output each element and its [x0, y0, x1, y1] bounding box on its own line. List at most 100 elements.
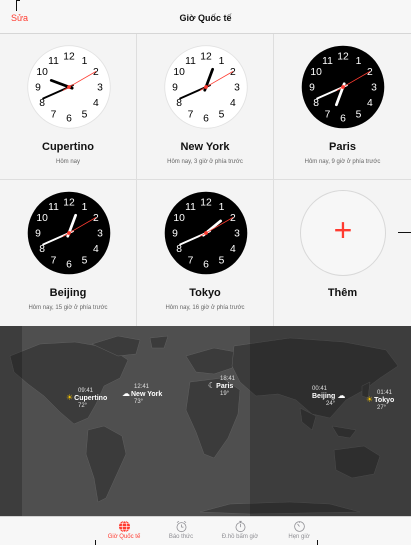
callout-tick	[95, 540, 96, 545]
analog-clock: 1234567891011 12	[164, 45, 248, 129]
moon-icon: ☾	[208, 381, 216, 391]
tab-timer[interactable]: Hẹn giờ	[269, 520, 329, 540]
timer-icon	[293, 521, 305, 532]
clock-offset-label: Hôm nay	[55, 159, 80, 165]
clock-numeral: 8	[176, 244, 182, 255]
world-map[interactable]: 09:41 ☀Cupertino 72° 12:41 ☁New York 73°…	[0, 326, 411, 516]
globe-icon	[118, 520, 130, 533]
clock-numeral: 8	[176, 98, 182, 109]
clock-tile[interactable]: 1 2 3 4 5 6 7 8 9 10 11 12 Beijing Hôm nay, 15 giờ …	[0, 180, 137, 326]
alarm-clock-icon	[176, 520, 186, 533]
clock-numeral: 5	[219, 109, 225, 120]
sun-icon: ☀	[66, 393, 74, 403]
tab-label: Giờ Quốc tế	[107, 534, 141, 540]
analog-clock: 1234567891011 12	[164, 191, 248, 275]
clock-numeral: 3	[371, 83, 377, 94]
sun-icon: ☀	[366, 395, 374, 405]
clock-numeral: 10	[36, 67, 48, 78]
clock-numeral: 12	[63, 52, 75, 63]
clock-city-name: Cupertino	[42, 141, 94, 153]
clock-numeral: 11	[185, 56, 196, 67]
clock-numeral: 11	[322, 56, 333, 67]
clock-center	[67, 85, 71, 89]
map-pin-temp: 24°	[326, 400, 336, 407]
clock-numeral: 4	[93, 244, 99, 255]
clock-numeral: 3	[234, 229, 240, 240]
clock-numeral: 7	[325, 109, 331, 120]
clock-numeral: 9	[172, 83, 178, 94]
clock-numeral: 7	[188, 255, 194, 266]
clock-numeral: 5	[356, 109, 362, 120]
tab-alarm[interactable]: Báo thức	[151, 520, 211, 540]
clock-numeral: 1	[82, 202, 88, 213]
clock-numeral: 9	[35, 229, 41, 240]
clock-grid: 1 2 3 4 5 6 7 8 9 10 11 12 Cupertino Hôm nay 123456…	[0, 34, 411, 326]
clock-numeral: 6	[66, 260, 72, 271]
clock-numeral: 6	[340, 114, 346, 125]
clock-numeral: 8	[39, 98, 45, 109]
map-pin-city: Cupertino	[74, 395, 108, 403]
clock-numeral: 7	[51, 109, 57, 120]
map-pin[interactable]: 12:41 ☁New York 73°	[122, 384, 162, 405]
tab-label: Hẹn giờ	[288, 534, 310, 540]
clock-numeral: 10	[173, 213, 185, 224]
clock-center	[204, 231, 208, 235]
page-title: Giờ Quốc tế	[179, 13, 232, 23]
clock-offset-label: Hôm nay, 15 giờ ở phía trước	[28, 305, 108, 311]
night-shade-west	[0, 326, 22, 516]
clock-numeral: 11	[48, 56, 59, 67]
map-pin-city: Beijing	[312, 393, 336, 401]
clock-center	[204, 85, 208, 89]
map-pin[interactable]: 18:41 ☾Paris 19°	[208, 376, 235, 397]
clock-numeral: 9	[172, 229, 178, 240]
analog-clock: 1234567891011 12	[301, 45, 385, 129]
night-shade-east	[250, 326, 411, 516]
clock-tile[interactable]: 1 2 3 4 5 6 7 8 9 10 11 12 Cupertino Hôm nay	[0, 34, 137, 180]
clock-numeral: 6	[203, 114, 209, 125]
map-pin-city: Paris	[216, 383, 234, 391]
clock-numeral: 11	[48, 202, 59, 213]
clock-tile[interactable]: 1 2 3 4 5 6 7 8 9 10 11 12 New York Hôm nay, 3 giờ …	[137, 34, 274, 180]
map-pin[interactable]: 01:41 ☀Tokyo 27°	[366, 390, 394, 411]
clock-numeral: 4	[93, 98, 99, 109]
clock-numeral: 1	[219, 56, 225, 67]
clock-numeral: 3	[234, 83, 240, 94]
clock-numeral: 12	[200, 52, 212, 63]
clock-numeral: 10	[173, 67, 185, 78]
clock-numeral: 12	[63, 198, 75, 209]
tab-stopwatch[interactable]: Đ.hồ bấm giờ	[210, 520, 270, 540]
map-pin-temp: 27°	[377, 404, 387, 411]
tab-label: Báo thức	[168, 534, 194, 540]
clock-city-name: Beijing	[49, 287, 87, 299]
map-pin-temp: 73°	[134, 398, 144, 405]
clock-numeral: 4	[230, 98, 236, 109]
map-pin[interactable]: 00:41 Beijing ☁ 24°	[312, 386, 346, 407]
clock-numeral: 10	[310, 67, 322, 78]
add-clock-tile[interactable]: + Thêm	[274, 180, 411, 326]
clock-numeral: 4	[230, 244, 236, 255]
plus-icon: +	[333, 212, 353, 248]
clock-numeral: 9	[309, 83, 315, 94]
clock-offset-label: Hôm nay, 16 giờ ở phía trước	[165, 305, 245, 311]
map-pin[interactable]: 09:41 ☀Cupertino 72°	[66, 388, 107, 409]
clock-center	[341, 85, 345, 89]
clock-numeral: 9	[35, 83, 41, 94]
navigation-bar: Sửa Giờ Quốc tế	[0, 0, 411, 34]
clock-numeral: 10	[36, 213, 48, 224]
callout-line-edit-h	[16, 0, 20, 1]
clock-numeral: 7	[188, 109, 194, 120]
map-pin-city: Tokyo	[374, 397, 395, 405]
clock-numeral: 1	[82, 56, 88, 67]
clock-numeral: 5	[219, 255, 225, 266]
callout-line-edit	[16, 0, 17, 11]
clock-tile[interactable]: 1 2 3 4 5 6 7 8 9 10 11 12 Tokyo Hôm nay, 16 giờ ở …	[137, 180, 274, 326]
clock-numeral: 3	[97, 229, 103, 240]
clock-numeral: 6	[203, 260, 209, 271]
clock-offset-label: Hôm nay, 9 giờ ở phía trước	[304, 159, 381, 165]
clock-tile[interactable]: 1 2 3 4 5 6 7 8 9 10 11 12 Paris Hôm nay, 9 giờ ở p…	[274, 34, 411, 180]
add-clock-label: Thêm	[327, 287, 358, 299]
clock-numeral: 12	[200, 198, 212, 209]
clock-offset-label: Hôm nay, 3 giờ ở phía trước	[167, 159, 243, 165]
add-clock-button[interactable]: +	[300, 190, 386, 276]
tab-world-clock[interactable]: Giờ Quốc tế	[94, 520, 154, 540]
